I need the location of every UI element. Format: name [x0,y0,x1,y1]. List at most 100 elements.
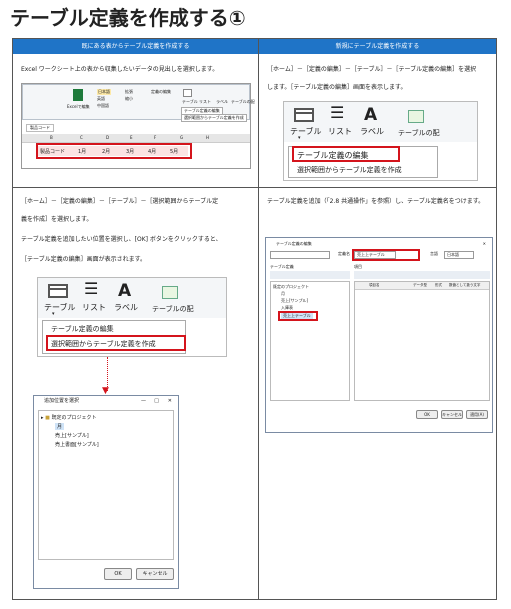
col-f: F [154,135,157,140]
close-icon[interactable]: ✕ [168,396,172,407]
row-divider [13,187,496,188]
chevron-down-icon: ▾ [52,311,55,317]
tree-item-2[interactable]: 売上書面[サンプル] [55,441,99,448]
tree-item-selected[interactable]: 月 [55,423,65,430]
list-button[interactable]: リスト [82,302,106,313]
list-icon[interactable]: ☰ [84,281,98,297]
step-text-create-from-selection-2: 義を作成］を選択します。 [21,216,93,223]
tree-root[interactable]: ▸ ■ 既定のプロジェクト [41,414,96,421]
name-box[interactable]: 製品コード [26,124,54,132]
table-icon[interactable] [48,284,68,298]
close-icon[interactable]: ✕ [483,238,486,249]
page-title: テーブル定義を作成する① [10,6,246,30]
label-button[interactable]: ラベル [360,126,384,137]
ok-button[interactable]: OK [104,568,132,580]
step-text-editor-shown: ［テーブル定義の編集］画面が表示されます。 [21,256,147,263]
cancel-button[interactable]: キャンセル [136,568,174,580]
col-format: 形式 [435,283,442,287]
step-text-name-definition: テーブル定義を追加（「2.8 共通操作」を参照）し、テーブル定義名をつけます。 [267,198,485,205]
search-input[interactable] [270,251,330,259]
edit-definition-label: 定義の編集 [151,89,171,94]
layout-icon[interactable] [162,286,178,299]
field-header: 項目 [354,264,362,269]
col-data-type: データ型 [413,283,427,287]
definition-name-label: 定義名 [338,251,350,256]
tree-item-month[interactable]: 月 [281,291,285,297]
maximize-icon[interactable]: □ [154,396,159,407]
layout-button[interactable]: テーブルの配 [152,304,194,314]
minimize-icon[interactable]: — [141,396,146,407]
layout-icon[interactable] [408,110,424,123]
table-button[interactable]: テーブル [44,302,76,313]
excel-ribbon: Excelで編集 日本語 英語 中国語 拡張 縮小 定義の編集 テーブル リスト… [22,84,255,122]
apply-button[interactable]: 適用(A) [466,410,488,419]
lang-chinese[interactable]: 中国語 [97,103,109,109]
col-numeric-chars: 数値として扱う文字 [449,283,481,287]
field-toolbar [354,271,490,279]
lang-english[interactable]: 英語 [97,96,105,102]
menu-create-from-selection[interactable]: 選択範囲からテーブル定義を作成 [297,165,402,175]
ribbon-top: テーブル ▾ ☰ リスト A ラベル テーブルの配 [284,102,477,142]
field-grid: 項目名 データ型 形式 数値として扱う文字 [354,281,490,401]
layout-label-small[interactable]: テーブルの配 [231,99,255,105]
step-text-open-editor-2: します。［テーブル定義の編集］画面を表示します。 [267,84,407,91]
list-label-small[interactable]: リスト [199,99,211,105]
col-c: C [80,135,83,140]
tree-root[interactable]: 既定のプロジェクト [273,284,309,290]
table-icon[interactable] [294,108,314,122]
excel-screenshot: Excelで編集 日本語 英語 中国語 拡張 縮小 定義の編集 テーブル リスト… [21,83,255,169]
expand-button[interactable]: 拡張 [125,89,133,95]
label-label-small[interactable]: ラベル [216,99,228,105]
definition-tree: 既定のプロジェクト 月 売上[サンプル] 入庫表 売上上テーブル [270,281,350,401]
editor-titlebar: テーブル定義の編集 ✕ [266,238,492,249]
col-h: H [206,135,210,140]
step-text-select-headers: Excel ワークシート上の表から収集したいデータの見出しを選択します。 [21,66,219,73]
menu-edit-highlight [292,146,400,162]
instruction-table: 既にある表からテーブル定義を作成する 新規にテーブル定義を作成する Excel … [12,38,497,600]
cancel-button[interactable]: キャンセル [441,410,463,419]
col-e: E [130,135,133,140]
table-label-small[interactable]: テーブル [182,99,198,105]
lang-japanese[interactable]: 日本語 [97,89,111,95]
menu-edit-table-definition[interactable]: テーブル定義の編集 [51,324,114,334]
column-header-row: B C D E F G H [22,134,250,143]
table-icon[interactable] [183,89,192,97]
header-existing-table: 既にある表からテーブル定義を作成する [13,39,258,54]
dialog-titlebar: 追加位置を選択 — □ ✕ [34,396,178,407]
ok-button[interactable]: OK [416,410,438,419]
add-position-dialog: 追加位置を選択 — □ ✕ ▸ ■ 既定のプロジェクト 月 売上[サンプル] 売… [33,395,179,589]
list-icon[interactable]: ☰ [330,105,344,121]
col-field-name: 項目名 [369,283,380,287]
col-g: G [180,135,184,140]
tree-item-sales[interactable]: 売上[サンプル] [281,298,308,304]
tree-toolbar [270,271,350,279]
step-text-choose-position: テーブル定義を追加したい位置を選択し、[OK] ボタンをクリックすると、 [21,236,222,243]
editor-title: テーブル定義の編集 [276,241,312,246]
selection-highlight [36,143,192,159]
menu-create-small[interactable]: 選択範囲からテーブル定義を作成 [181,114,247,122]
label-icon[interactable]: A [118,281,131,301]
ribbon-screenshot-bottom: テーブル ▾ ☰ リスト A ラベル テーブルの配 テーブル定義の編集 選択範囲… [37,277,227,357]
language-select[interactable]: 日本語 [444,251,474,259]
column-divider [258,39,259,599]
tree-item-1[interactable]: 売上[サンプル] [55,432,89,439]
tree-root-label: 既定のプロジェクト [51,415,97,421]
menu-create-highlight [46,335,186,351]
table-button[interactable]: テーブル [290,126,322,137]
excel-icon [73,89,83,101]
label-button[interactable]: ラベル [114,302,138,313]
step-text-open-editor-1: ［ホーム］－［定義の編集］－［テーブル］－［テーブル定義の編集］を選択 [267,66,477,73]
shrink-button[interactable]: 縮小 [125,96,133,102]
chevron-down-icon: ▾ [298,135,301,141]
dialog-title: 追加位置を選択 [44,398,80,404]
ribbon-bottom: テーブル ▾ ☰ リスト A ラベル テーブルの配 [38,278,226,318]
new-item-highlight [278,311,318,321]
folder-icon: ■ [45,415,50,421]
list-button[interactable]: リスト [328,126,352,137]
col-b: B [50,135,53,140]
layout-button[interactable]: テーブルの配 [398,128,440,138]
step-text-create-from-selection-1: ［ホーム］－［定義の編集］－［テーブル］－［選択範囲からテーブル定 [21,198,219,205]
field-grid-header: 項目名 データ型 形式 数値として扱う文字 [355,282,489,290]
label-icon[interactable]: A [364,105,377,125]
excel-edit-label: Excelで編集 [67,104,90,109]
